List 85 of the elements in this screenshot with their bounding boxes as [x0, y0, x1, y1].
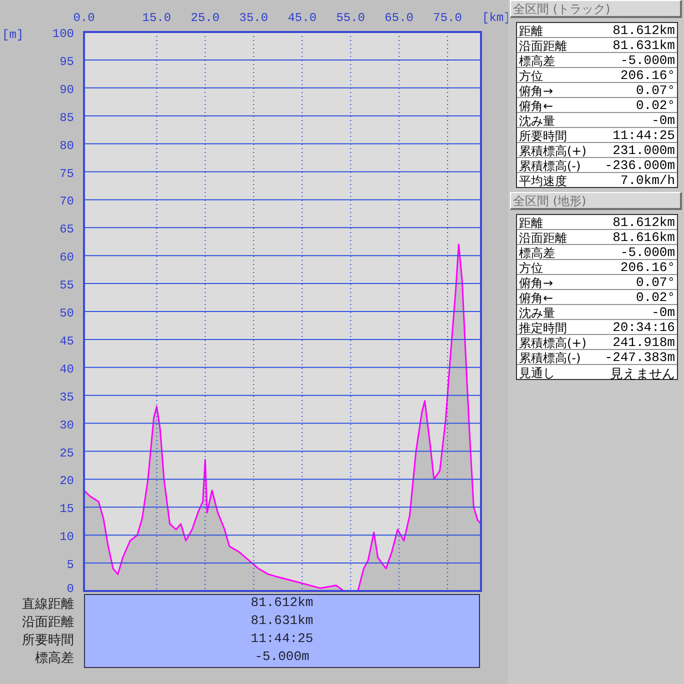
x-axis-label: 35.0 — [239, 11, 268, 25]
y-axis-label: 70 — [60, 194, 74, 209]
y-axis-label: 100 — [52, 27, 74, 41]
stat-label: 俯角← — [519, 98, 554, 112]
stat-value: 81.612km — [612, 215, 675, 229]
y-axis-label: 85 — [60, 110, 74, 125]
stat-label: 累積標高(+) — [519, 143, 586, 157]
stat-value: 7.0km/h — [620, 173, 675, 187]
x-axis-label: 65.0 — [384, 11, 414, 25]
x-axis-label: 15.0 — [142, 11, 172, 25]
y-axis-label: 90 — [60, 82, 74, 97]
y-axis-label: 65 — [60, 222, 74, 237]
stat-label: 累積標高(-) — [519, 158, 581, 172]
stat-label: 距離 — [519, 215, 543, 229]
summary-value: -5.000m — [254, 649, 310, 666]
stat-value: 81.631km — [612, 38, 675, 52]
stat-label: 距離 — [519, 23, 543, 37]
stat-label: 俯角→ — [519, 83, 554, 97]
stat-value: 81.612km — [612, 23, 675, 37]
stat-value: 20:34:16 — [612, 320, 675, 334]
stat-value: -5.000m — [620, 53, 675, 67]
stat-value: -0m — [652, 305, 675, 319]
x-unit-label: [km] — [482, 11, 508, 25]
stat-value: 0.02° — [636, 290, 675, 304]
x-axis-label: 45.0 — [288, 11, 317, 25]
stat-label: 俯角← — [519, 290, 554, 304]
stat-value: -236.000m — [604, 158, 675, 172]
stat-value: 206.16° — [620, 68, 675, 82]
stat-label: 沿面距離 — [519, 38, 567, 52]
stat-value: 231.000m — [612, 143, 675, 157]
summary-label: 標高差 — [34, 650, 75, 667]
y-axis-label: 40 — [60, 362, 74, 376]
summary-value: 81.631km — [250, 613, 314, 630]
panel-header[interactable]: 全区間 (地形) — [510, 192, 682, 210]
y-axis-label: 55 — [60, 278, 74, 293]
y-axis-label: 0 — [66, 582, 74, 594]
stat-label: 見通し — [519, 365, 555, 379]
y-axis-label: 80 — [60, 138, 74, 153]
y-unit-label: [m] — [2, 28, 24, 42]
y-axis-label: 50 — [60, 306, 74, 320]
y-axis-label: 45 — [60, 334, 74, 348]
stat-value: 11:44:25 — [612, 128, 675, 142]
y-axis-label: 75 — [60, 166, 74, 181]
stat-value: 0.02° — [636, 98, 675, 112]
stat-value: 241.918m — [612, 335, 675, 349]
y-axis-label: 20 — [60, 474, 74, 488]
stat-label: 推定時間 — [519, 320, 567, 334]
stat-label: 標高差 — [519, 53, 555, 67]
stat-value: 0.07° — [636, 83, 675, 97]
y-axis-label: 5 — [66, 558, 74, 572]
stat-label: 標高差 — [519, 245, 555, 259]
stat-value: 206.16° — [620, 260, 675, 274]
stat-label: 所要時間 — [519, 128, 567, 142]
stat-value: -0m — [652, 113, 675, 127]
stat-label: 俯角→ — [519, 275, 554, 289]
stat-value: 見えません — [610, 366, 675, 379]
x-axis-label: 75.0 — [433, 11, 462, 25]
stat-value: -5.000m — [620, 245, 675, 259]
stat-label: 累積標高(+) — [519, 335, 586, 349]
stat-label: 平均速度 — [519, 173, 567, 187]
stat-value: 0.07° — [636, 275, 675, 289]
stat-label: 累積標高(-) — [519, 350, 581, 364]
stat-label: 沿面距離 — [519, 230, 567, 244]
y-axis-label: 15 — [60, 502, 74, 516]
x-axis-label: 0.0 — [73, 11, 95, 25]
y-axis-label: 30 — [60, 418, 74, 432]
stat-label: 沈み量 — [519, 305, 555, 319]
y-axis-label: 95 — [60, 54, 74, 69]
stat-label: 方位 — [519, 260, 543, 274]
y-axis-label: 60 — [60, 250, 74, 265]
summary-label: 直線距離 — [21, 596, 75, 613]
x-axis-label: 25.0 — [190, 11, 220, 25]
stat-label: 沈み量 — [519, 113, 555, 127]
summary-label: 所要時間 — [21, 632, 75, 649]
stat-value: -247.383m — [604, 350, 675, 364]
panel-header[interactable]: 全区間 (トラック) — [510, 0, 682, 18]
y-axis-label: 35 — [60, 390, 74, 404]
x-axis-label: 55.0 — [336, 11, 365, 25]
stat-label: 方位 — [519, 68, 543, 82]
summary-value: 11:44:25 — [250, 631, 314, 648]
summary-label: 沿面距離 — [21, 614, 75, 631]
y-axis-label: 25 — [60, 446, 74, 460]
stat-value: 81.616km — [612, 230, 675, 244]
y-axis-label: 10 — [60, 530, 74, 544]
summary-value: 81.612km — [250, 595, 314, 612]
